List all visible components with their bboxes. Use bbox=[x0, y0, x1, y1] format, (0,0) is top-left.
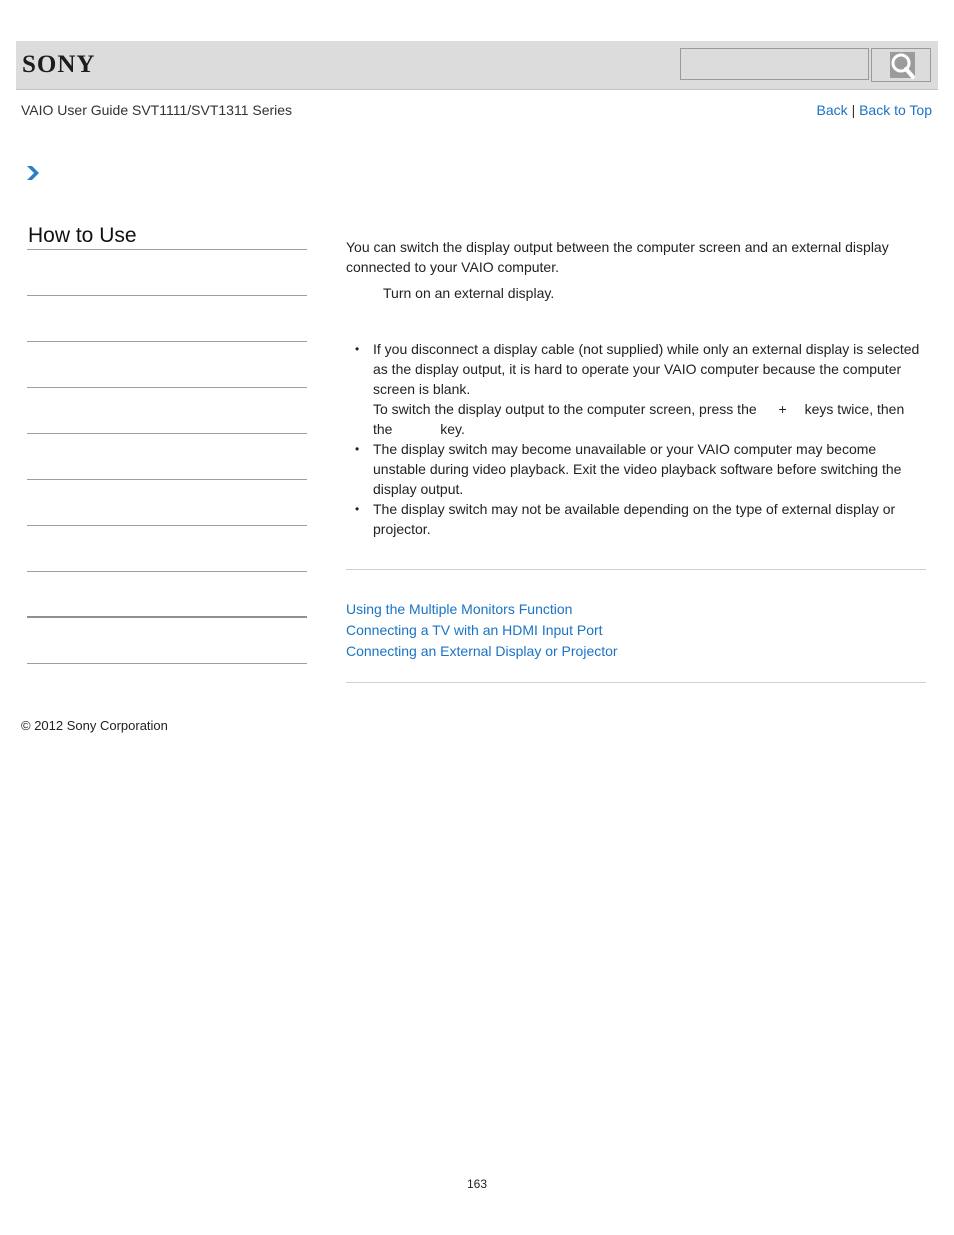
note-extra-before: To switch the display output to the comp… bbox=[373, 401, 761, 417]
sidebar: How to Use bbox=[27, 222, 307, 664]
guide-title: VAIO User Guide SVT1111/SVT1311 Series bbox=[21, 102, 293, 118]
related-links: Using the Multiple Monitors Function Con… bbox=[346, 599, 618, 662]
sidebar-item[interactable] bbox=[27, 342, 307, 388]
copyright: © 2012 Sony Corporation bbox=[21, 718, 168, 733]
back-link[interactable]: Back bbox=[817, 102, 848, 118]
divider bbox=[346, 682, 926, 683]
sidebar-item[interactable] bbox=[27, 618, 307, 664]
chevron-right-icon[interactable] bbox=[26, 165, 40, 181]
bullet: • bbox=[355, 502, 360, 516]
related-link-external-display[interactable]: Connecting an External Display or Projec… bbox=[346, 641, 618, 662]
header-bar: SONY bbox=[16, 41, 938, 90]
bullet: • bbox=[355, 342, 360, 356]
sidebar-item[interactable] bbox=[27, 296, 307, 342]
sidebar-item[interactable] bbox=[27, 526, 307, 572]
related-link-hdmi-tv[interactable]: Connecting a TV with an HDMI Input Port bbox=[346, 620, 618, 641]
page-number: 163 bbox=[466, 1177, 488, 1191]
step-text: Turn on an external display. bbox=[383, 285, 555, 301]
note-extra-after: key. bbox=[436, 421, 465, 437]
note-text: The display switch may not be available … bbox=[373, 501, 896, 537]
intro-text: You can switch the display output betwee… bbox=[346, 239, 889, 275]
nav-links: Back | Back to Top bbox=[817, 102, 932, 118]
search-input[interactable] bbox=[680, 48, 869, 80]
note-text: If you disconnect a display cable (not s… bbox=[373, 341, 920, 397]
nav-separator: | bbox=[851, 102, 856, 118]
search-button[interactable] bbox=[871, 48, 931, 82]
sidebar-item[interactable] bbox=[27, 388, 307, 434]
sidebar-item[interactable] bbox=[27, 434, 307, 480]
notes-list: • If you disconnect a display cable (not… bbox=[346, 339, 926, 539]
plus-sign: + bbox=[778, 401, 787, 417]
sidebar-item[interactable] bbox=[27, 480, 307, 526]
main-content: You can switch the display output betwee… bbox=[346, 237, 926, 539]
note-item: • If you disconnect a display cable (not… bbox=[346, 339, 926, 439]
note-item: • The display switch may become unavaila… bbox=[346, 439, 926, 499]
bullet: • bbox=[355, 442, 360, 456]
sidebar-item[interactable] bbox=[27, 250, 307, 296]
sidebar-title: How to Use bbox=[27, 222, 307, 250]
sony-logo: SONY bbox=[22, 51, 96, 78]
back-to-top-link[interactable]: Back to Top bbox=[859, 102, 932, 118]
related-link-multiple-monitors[interactable]: Using the Multiple Monitors Function bbox=[346, 599, 618, 620]
note-text: The display switch may become unavailabl… bbox=[373, 441, 902, 497]
sidebar-item-active[interactable] bbox=[27, 572, 307, 618]
divider bbox=[346, 569, 926, 570]
note-item: • The display switch may not be availabl… bbox=[346, 499, 926, 539]
